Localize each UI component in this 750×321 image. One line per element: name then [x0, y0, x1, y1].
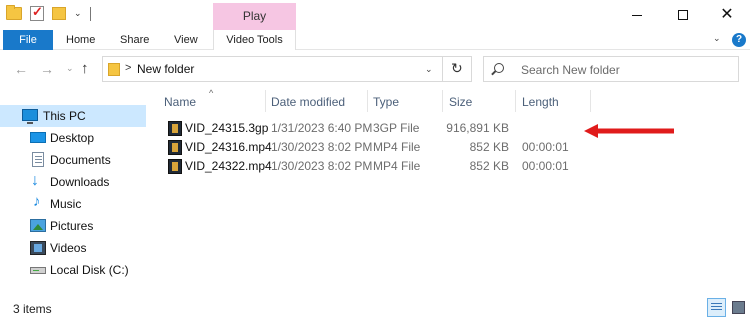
file-name: VID_24315.3gp [185, 121, 269, 135]
table-row[interactable]: VID_24315.3gp 1/31/2023 6:40 PM 3GP File… [164, 119, 554, 138]
documents-icon [32, 152, 44, 167]
file-date-modified: 1/30/2023 8:02 PM [271, 140, 373, 154]
customize-toolbar-chevron-icon[interactable]: ⌄ [74, 8, 82, 19]
table-row[interactable]: VID_24316.mp4 1/30/2023 8:02 PM MP4 File… [164, 138, 569, 157]
minimize-button[interactable] [614, 0, 660, 30]
search-icon [494, 63, 504, 73]
address-bar[interactable]: > New folder ⌄ ↻ [102, 56, 472, 82]
minimize-icon [632, 14, 642, 16]
sidebar-item-label: Desktop [50, 131, 95, 145]
navigation-pane: This PC Desktop Documents ↓ Downloads ♪ … [0, 100, 150, 292]
column-header-date-modified[interactable]: Date modified [271, 94, 345, 112]
computer-icon [22, 109, 38, 124]
play-context-tab[interactable]: Play [213, 3, 296, 30]
recent-locations-chevron-icon[interactable]: ⌄ [66, 63, 74, 74]
breadcrumb-chevron-icon[interactable]: > [125, 62, 131, 74]
folder-icon[interactable] [6, 5, 22, 20]
table-row[interactable]: VID_24322.mp4 1/30/2023 8:02 PM MP4 File… [164, 157, 569, 176]
breadcrumb-current-folder[interactable]: New folder [137, 62, 194, 76]
music-icon: ♪ [33, 193, 41, 210]
file-length: 00:00:01 [522, 159, 569, 173]
details-view-icon[interactable] [707, 298, 726, 317]
sidebar-item-local-disk[interactable]: Local Disk (C:) [0, 259, 146, 281]
close-button[interactable]: ✕ [704, 0, 750, 30]
file-type: MP4 File [373, 140, 421, 154]
status-bar: 3 items [0, 294, 750, 321]
column-divider[interactable] [367, 90, 368, 112]
tab-video-tools[interactable]: Video Tools [213, 30, 296, 50]
desktop-icon [30, 132, 46, 143]
file-type: 3GP File [373, 121, 420, 135]
search-placeholder: Search New folder [521, 63, 620, 77]
folder-icon [108, 63, 120, 76]
new-folder-icon[interactable] [52, 7, 66, 20]
address-divider [442, 57, 443, 81]
item-count: 3 items [13, 302, 52, 316]
file-name: VID_24316.mp4 [185, 140, 272, 154]
file-list: ^ Name Date modified Type Size Length VI… [158, 88, 748, 293]
help-icon[interactable]: ? [732, 33, 746, 47]
file-name: VID_24322.mp4 [185, 159, 272, 173]
file-size: 916,891 KB [446, 121, 509, 135]
disk-icon [30, 267, 46, 274]
column-divider[interactable] [265, 90, 266, 112]
sidebar-item-downloads[interactable]: ↓ Downloads [0, 171, 146, 193]
sidebar-item-videos[interactable]: Videos [0, 237, 146, 259]
expand-ribbon-chevron-icon[interactable]: ⌄ [713, 33, 721, 44]
sidebar-item-label: Pictures [50, 219, 94, 233]
column-divider[interactable] [590, 90, 591, 112]
downloads-icon: ↓ [31, 172, 39, 189]
pictures-icon [30, 219, 46, 232]
sidebar-item-label: Videos [50, 241, 87, 255]
back-arrow-icon[interactable]: ← [14, 61, 28, 77]
tab-view[interactable]: View [174, 30, 198, 50]
tab-home[interactable]: Home [66, 30, 95, 50]
sort-ascending-icon: ^ [209, 88, 214, 98]
search-input[interactable]: Search New folder [483, 56, 739, 82]
column-header-type[interactable]: Type [373, 94, 399, 112]
video-file-icon [168, 159, 182, 174]
large-icons-view-icon[interactable] [730, 299, 746, 315]
videos-icon [30, 241, 46, 255]
sidebar-item-label: Music [50, 197, 82, 211]
video-file-icon [168, 140, 182, 155]
navigation-bar: ← → ⌄ ↑ > New folder ⌄ ↻ Search New fold… [0, 51, 750, 88]
up-arrow-icon[interactable]: ↑ [81, 60, 89, 77]
column-header-name[interactable]: Name [164, 94, 196, 112]
column-divider[interactable] [442, 90, 443, 112]
file-size: 852 KB [469, 159, 509, 173]
column-header-size[interactable]: Size [449, 94, 472, 112]
sidebar-item-documents[interactable]: Documents [0, 149, 146, 171]
quick-access-toolbar: ⌄ [6, 4, 91, 21]
file-type: MP4 File [373, 159, 421, 173]
address-history-chevron-icon[interactable]: ⌄ [425, 64, 433, 75]
annotation-arrow-icon [584, 124, 674, 138]
forward-arrow-icon[interactable]: → [40, 61, 54, 77]
file-size: 852 KB [469, 140, 509, 154]
refresh-icon[interactable]: ↻ [451, 60, 463, 77]
video-file-icon [168, 121, 182, 136]
title-bar: ⌄ Play ✕ [0, 0, 750, 30]
maximize-icon [678, 10, 688, 20]
column-header-length[interactable]: Length [522, 94, 559, 112]
maximize-button[interactable] [660, 0, 706, 30]
close-icon: ✕ [720, 6, 734, 23]
file-length: 00:00:01 [522, 140, 569, 154]
tab-share[interactable]: Share [120, 30, 149, 50]
sidebar-item-label: Documents [50, 153, 111, 167]
sidebar-item-label: Local Disk (C:) [50, 263, 129, 277]
sidebar-item-this-pc[interactable]: This PC [0, 105, 146, 127]
sidebar-item-desktop[interactable]: Desktop [0, 127, 146, 149]
toolbar-divider [89, 6, 91, 21]
column-divider[interactable] [515, 90, 516, 112]
sidebar-item-pictures[interactable]: Pictures [0, 215, 146, 237]
sidebar-item-label: Downloads [50, 175, 110, 189]
tab-file[interactable]: File [3, 30, 53, 50]
sidebar-item-label: This PC [43, 109, 86, 123]
properties-icon[interactable] [30, 4, 44, 21]
file-date-modified: 1/30/2023 8:02 PM [271, 159, 373, 173]
sidebar-item-music[interactable]: ♪ Music [0, 193, 146, 215]
file-date-modified: 1/31/2023 6:40 PM [271, 121, 373, 135]
ribbon-tabs: File Home Share View Video Tools ⌄ ? [0, 30, 750, 50]
